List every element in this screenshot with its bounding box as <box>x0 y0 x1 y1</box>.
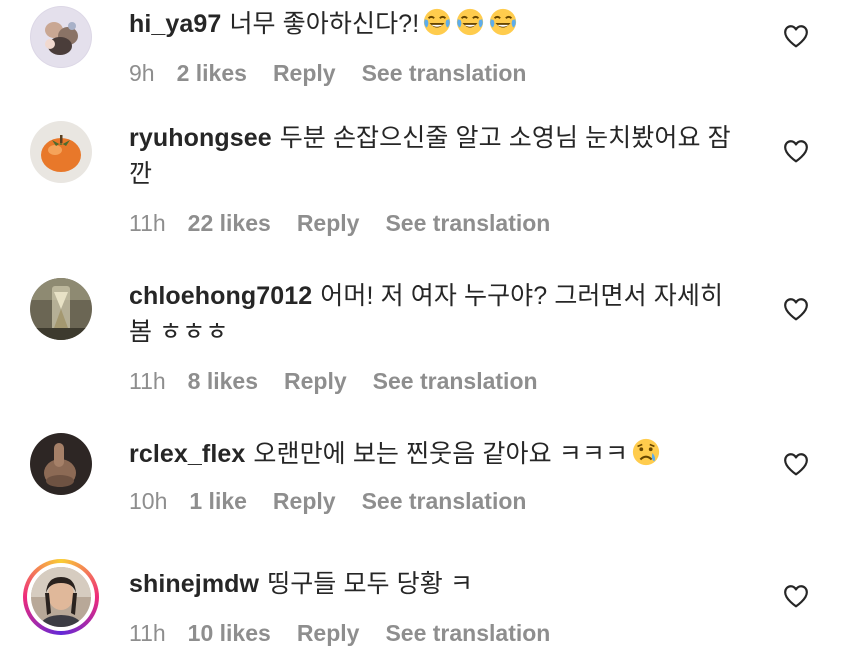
comment-body: shinejmdw 띵구들 모두 당황 ㅋ <box>129 566 749 602</box>
username[interactable]: shinejmdw <box>129 570 259 598</box>
avatar-photo <box>31 567 91 627</box>
face-with-tears-of-joy-icon <box>455 7 485 37</box>
timestamp: 10h <box>129 488 168 514</box>
username[interactable]: chloehong7012 <box>129 282 312 310</box>
see-translation-button[interactable]: See translation <box>373 368 538 394</box>
see-translation-button[interactable]: See translation <box>385 620 550 646</box>
face-with-tears-of-joy-icon <box>422 7 452 37</box>
comment-body: rclex_flex 오랜만에 보는 찐웃음 같아요 ㅋㅋㅋ <box>129 436 749 472</box>
heart-icon[interactable] <box>783 297 809 321</box>
comment-text: 오랜만에 보는 찐웃음 같아요 ㅋㅋㅋ <box>253 440 629 468</box>
comment-meta: 9h 2 likes Reply See translation <box>129 60 552 87</box>
heart-icon[interactable] <box>783 139 809 163</box>
likes-count[interactable]: 2 likes <box>177 60 247 86</box>
likes-count[interactable]: 22 likes <box>188 210 271 236</box>
comment-body: hi_ya97 너무 좋아하신다?! <box>129 6 749 42</box>
username[interactable]: rclex_flex <box>129 440 245 468</box>
comment-meta: 11h 8 likes Reply See translation <box>129 368 564 395</box>
comment-meta: 11h 22 likes Reply See translation <box>129 210 576 237</box>
avatar[interactable] <box>30 121 92 183</box>
timestamp: 11h <box>129 620 166 646</box>
username[interactable]: ryuhongsee <box>129 124 272 152</box>
comment-text: 띵구들 모두 당황 ㅋ <box>267 570 474 598</box>
heart-icon[interactable] <box>783 24 809 48</box>
reply-button[interactable]: Reply <box>297 620 360 646</box>
avatar[interactable] <box>30 278 92 340</box>
reply-button[interactable]: Reply <box>273 60 336 86</box>
likes-count[interactable]: 1 like <box>189 488 247 514</box>
heart-icon[interactable] <box>783 452 809 476</box>
crying-face-icon <box>631 437 661 467</box>
see-translation-button[interactable]: See translation <box>362 60 527 86</box>
comment-body: ryuhongsee 두분 손잡으신줄 알고 소영님 눈치봤어요 잠깐 <box>129 120 749 192</box>
reply-button[interactable]: Reply <box>284 368 347 394</box>
comment-meta: 11h 10 likes Reply See translation <box>129 620 576 647</box>
see-translation-button[interactable]: See translation <box>362 488 527 514</box>
story-ring <box>27 563 95 631</box>
face-with-tears-of-joy-icon <box>488 7 518 37</box>
reply-button[interactable]: Reply <box>273 488 336 514</box>
heart-icon[interactable] <box>783 584 809 608</box>
avatar[interactable] <box>23 559 99 635</box>
timestamp: 11h <box>129 210 166 236</box>
avatar[interactable] <box>30 433 92 495</box>
likes-count[interactable]: 8 likes <box>188 368 258 394</box>
comment-body: chloehong7012 어머! 저 여자 누구야? 그러면서 자세히 봄 ㅎㅎ… <box>129 278 749 350</box>
comment-text: 너무 좋아하신다?! <box>229 10 420 38</box>
avatar[interactable] <box>30 6 92 68</box>
likes-count[interactable]: 10 likes <box>188 620 271 646</box>
comment-meta: 10h 1 like Reply See translation <box>129 488 552 515</box>
see-translation-button[interactable]: See translation <box>385 210 550 236</box>
username[interactable]: hi_ya97 <box>129 10 221 38</box>
timestamp: 11h <box>129 368 166 394</box>
reply-button[interactable]: Reply <box>297 210 360 236</box>
timestamp: 9h <box>129 60 155 86</box>
